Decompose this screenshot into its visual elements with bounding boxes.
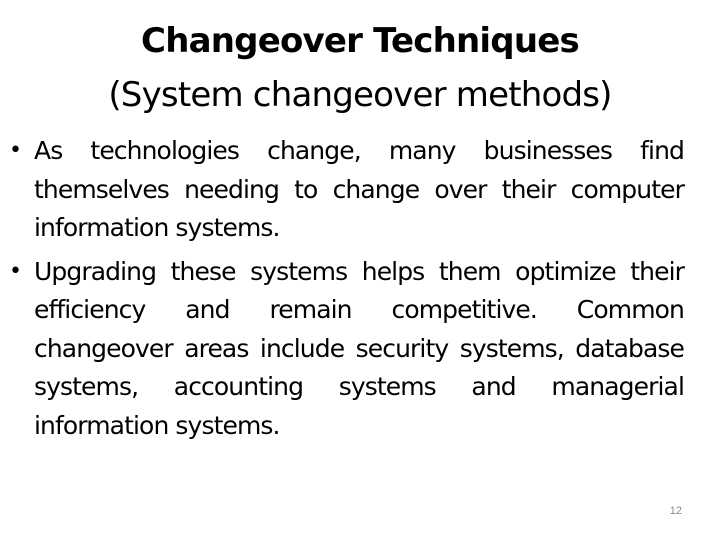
slide-title: Changeover Techniques (System changeover…	[0, 14, 720, 122]
bullet-list: • As technologies change, many businesse…	[9, 132, 685, 450]
bullet-item: • Upgrading these systems helps them opt…	[9, 253, 685, 446]
bullet-dot-icon: •	[9, 138, 22, 163]
bullet-dot-icon: •	[9, 258, 22, 284]
slide-title-subtitle: (System changeover methods)	[108, 75, 612, 115]
bullet-text: Upgrading these systems helps them optim…	[34, 256, 685, 440]
page-number: 12	[669, 505, 682, 517]
bullet-item: • As technologies change, many businesse…	[9, 132, 685, 248]
bullet-text: As technologies change, many businesses …	[34, 136, 685, 242]
slide-title-main: Changeover Techniques	[141, 21, 580, 61]
